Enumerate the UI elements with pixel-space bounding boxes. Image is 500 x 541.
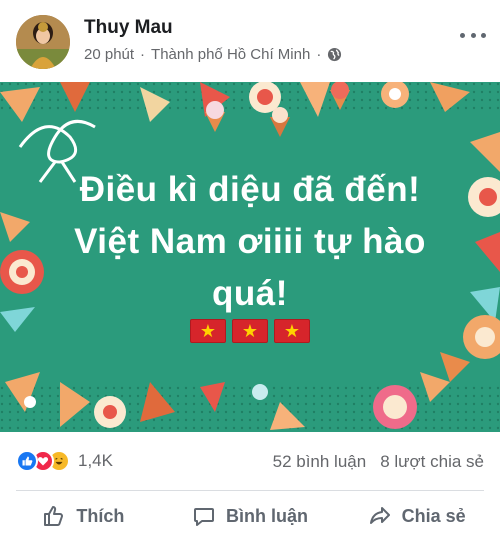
like-button-label: Thích [76,505,125,526]
author-name[interactable]: Thuy Mau [84,17,173,39]
avatar[interactable] [16,15,70,69]
comment-button-label: Bình luận [226,505,308,526]
banner-text-line: Việt Nam ơiiii tự hào [74,222,426,261]
flag-star: ★ [241,321,259,341]
dot [481,32,486,38]
share-button[interactable]: Chia sẻ [333,491,500,541]
banner-text-line: Điều kì diệu đã đến! [79,170,421,209]
post-header: Thuy Mau 20 phút · Thành phố Hồ Chí Minh… [0,0,500,82]
flag-star: ★ [199,321,217,341]
post-actions: Thích Bình luận Chia sẻ [0,491,500,541]
like-icon [16,450,38,472]
globe-icon[interactable] [327,47,342,62]
avatar-image [16,15,70,69]
meta-separator: · [316,46,322,63]
flag-star: ★ [283,321,301,341]
share-button-label: Chia sẻ [401,505,466,526]
like-button[interactable]: Thích [0,491,167,541]
share-count[interactable]: 8 lượt chia sẻ [380,452,484,472]
comment-icon [194,508,214,526]
banner-text-line: quá! [212,274,288,313]
post-time[interactable]: 20 phút [84,46,134,63]
engagement-stats: 52 bình luận 8 lượt chia sẻ [273,452,484,472]
reaction-count: 1,4K [78,451,113,470]
vietnam-flag-icon: ★ [274,319,310,343]
post-location[interactable]: Thành phố Hồ Chí Minh [151,46,310,63]
comment-count[interactable]: 52 bình luận [273,452,367,472]
dot [460,32,465,38]
flag-emoji-row: ★ ★ ★ [0,319,500,343]
meta-separator: · [140,46,146,63]
vietnam-flag-icon: ★ [232,319,268,343]
thumbs-up-icon [44,506,64,526]
more-options-icon[interactable] [460,28,486,42]
post-banner[interactable]: Điều kì diệu đã đến! Việt Nam ơiiii tự h… [0,82,500,432]
post-meta: 20 phút · Thành phố Hồ Chí Minh · [84,46,342,63]
vietnam-flag-icon: ★ [190,319,226,343]
share-icon [369,507,390,524]
comment-button[interactable]: Bình luận [167,491,334,541]
dot [470,32,476,38]
reaction-summary: 1,4K 52 bình luận 8 lượt chia sẻ [0,432,500,490]
reactions-button[interactable]: 1,4K [16,450,113,472]
